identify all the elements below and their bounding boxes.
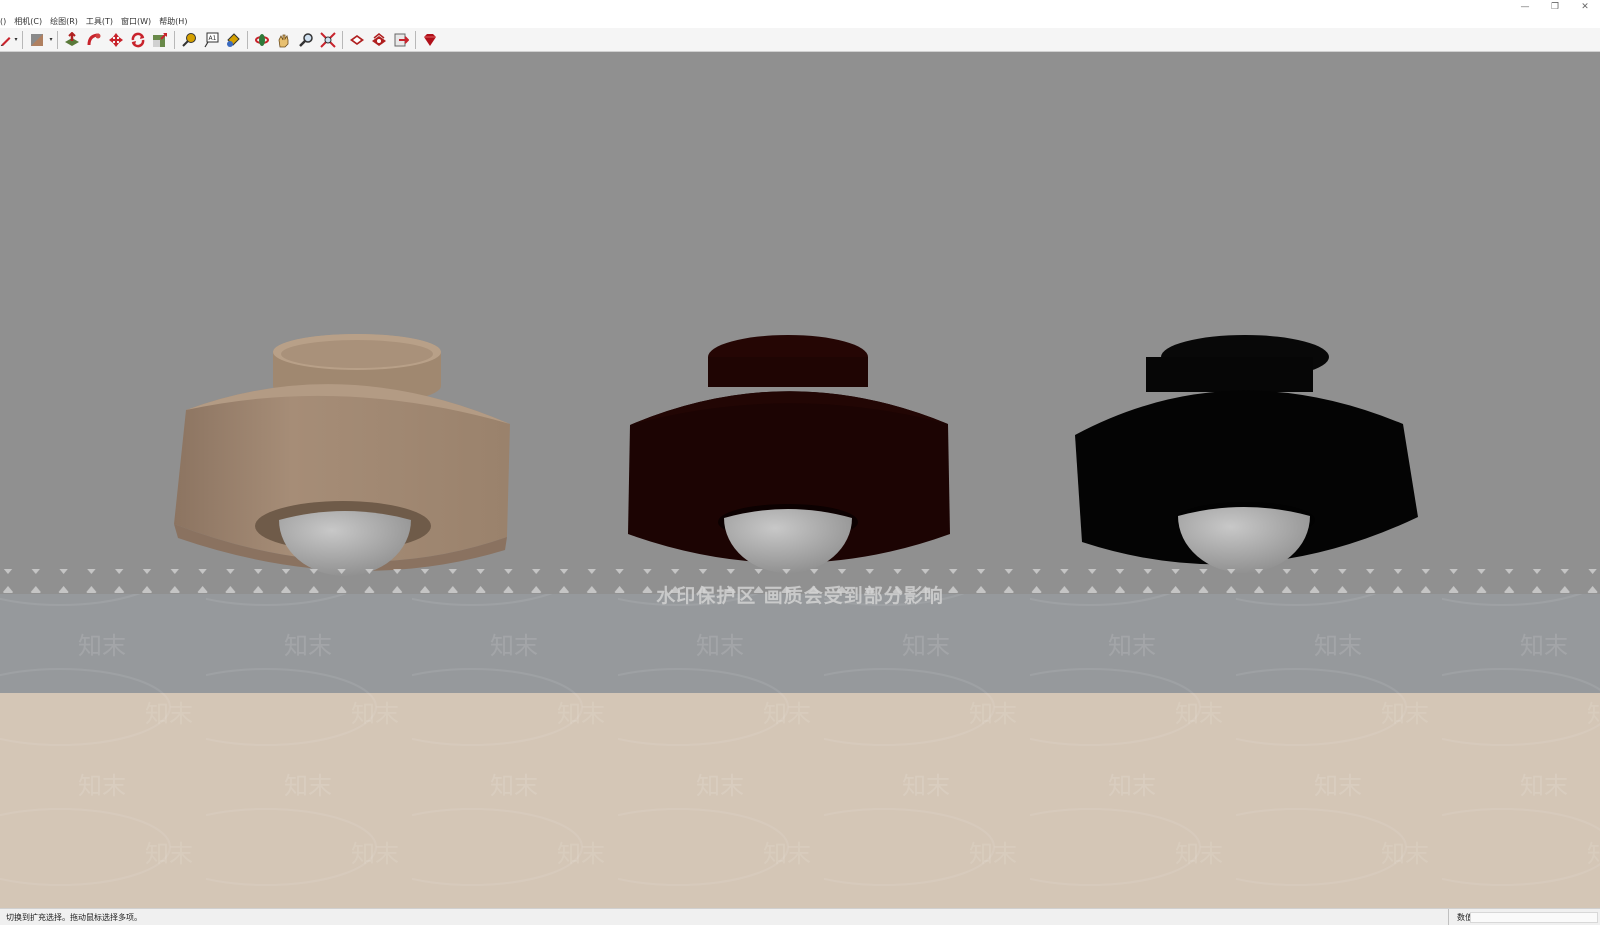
maximize-button[interactable]: ❐ bbox=[1540, 0, 1570, 14]
main-toolbar: ▾ ▾ A1 bbox=[0, 28, 1600, 52]
followme-icon[interactable] bbox=[83, 30, 104, 50]
toolbar-separator bbox=[174, 30, 175, 49]
toolbar-separator bbox=[342, 30, 343, 49]
scale-icon[interactable] bbox=[149, 30, 170, 50]
text-icon[interactable]: A1 bbox=[200, 30, 221, 50]
toolbar-separator bbox=[22, 30, 23, 49]
material-dropdown-icon[interactable]: ▾ bbox=[48, 30, 54, 50]
measurements-input[interactable] bbox=[1470, 912, 1598, 923]
move-icon[interactable] bbox=[105, 30, 126, 50]
warehouse-icon[interactable] bbox=[346, 30, 367, 50]
drawing-viewport[interactable]: 知末 知末 bbox=[0, 52, 1600, 908]
menu-item-window[interactable]: 窗口(W) bbox=[117, 16, 155, 27]
ruby-console-icon[interactable] bbox=[419, 30, 440, 50]
watermark-band-text: 水印保护区 画质会受到部分影响 bbox=[656, 584, 944, 607]
title-bar: — ❐ ✕ bbox=[0, 0, 1600, 14]
tape-measure-icon[interactable] bbox=[178, 30, 199, 50]
zoom-extents-icon[interactable] bbox=[317, 30, 338, 50]
send-to-layout-icon[interactable] bbox=[390, 30, 411, 50]
menu-item-camera[interactable]: 相机(C) bbox=[10, 16, 46, 27]
watermark-pattern-grey bbox=[0, 594, 1600, 693]
menu-item-draw[interactable]: 绘图(R) bbox=[46, 16, 82, 27]
close-button[interactable]: ✕ bbox=[1570, 0, 1600, 14]
pan-icon[interactable] bbox=[273, 30, 294, 50]
menu-item-tools[interactable]: 工具(T) bbox=[82, 16, 117, 27]
toolbar-separator bbox=[415, 30, 416, 49]
menu-item-partial[interactable]: () bbox=[0, 17, 10, 26]
extension-warehouse-icon[interactable] bbox=[368, 30, 389, 50]
menu-item-help[interactable]: 帮助(H) bbox=[155, 16, 191, 27]
toolbar-separator bbox=[247, 30, 248, 49]
scene-canvas: 知末 知末 bbox=[0, 52, 1600, 908]
pencil-line-icon[interactable] bbox=[0, 30, 12, 50]
minimize-button[interactable]: — bbox=[1510, 0, 1540, 14]
menu-bar: () 相机(C) 绘图(R) 工具(T) 窗口(W) 帮助(H) bbox=[0, 14, 1600, 28]
svg-text:A1: A1 bbox=[208, 35, 216, 42]
watermark-band: 水印保护区 画质会受到部分影响 bbox=[0, 582, 1600, 607]
orbit-icon[interactable] bbox=[251, 30, 272, 50]
watermark-pattern-beige bbox=[0, 693, 1600, 908]
sketchup-window: — ❐ ✕ () 相机(C) 绘图(R) 工具(T) 窗口(W) 帮助(H) ▾… bbox=[0, 0, 1600, 925]
status-bar: 切换到扩充选择。拖动鼠标选择多项。 数值 bbox=[0, 908, 1600, 925]
zoom-icon[interactable] bbox=[295, 30, 316, 50]
pushpull-icon[interactable] bbox=[61, 30, 82, 50]
toolbar-separator bbox=[57, 30, 58, 49]
pencil-dropdown-icon[interactable]: ▾ bbox=[13, 30, 19, 50]
paint-bucket-icon[interactable] bbox=[222, 30, 243, 50]
material-paint-icon[interactable] bbox=[26, 30, 47, 50]
status-message: 切换到扩充选择。拖动鼠标选择多项。 bbox=[6, 912, 142, 922]
rotate-icon[interactable] bbox=[127, 30, 148, 50]
